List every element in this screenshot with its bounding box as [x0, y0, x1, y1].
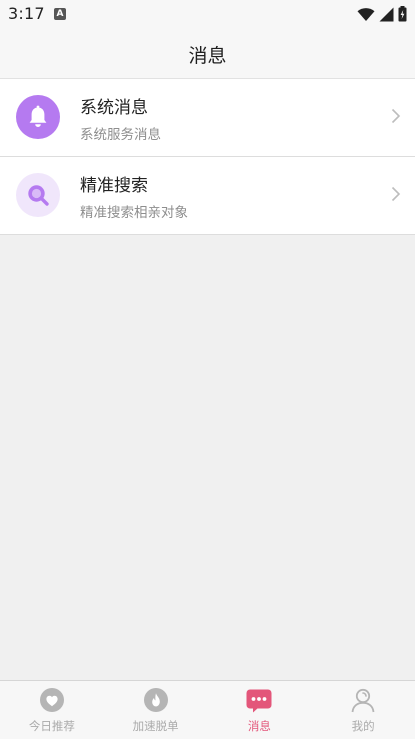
header-bar: 消息 — [0, 30, 415, 79]
status-bar: 3:17 A — [0, 0, 415, 30]
battery-icon — [398, 6, 407, 22]
wifi-icon — [357, 7, 375, 21]
tab-label: 消息 — [247, 719, 271, 733]
list-item-title: 精准搜索 — [80, 176, 148, 196]
tab-messages[interactable]: 消息 — [208, 681, 312, 739]
flame-icon — [143, 688, 168, 712]
tab-profile[interactable]: 我的 — [311, 681, 415, 739]
tab-today-recommend[interactable]: 今日推荐 — [0, 681, 104, 739]
chevron-right-icon — [391, 108, 401, 124]
tab-label: 加速脱单 — [132, 719, 179, 733]
list-item-system-messages[interactable]: 系统消息 系统服务消息 — [0, 79, 415, 157]
status-time: 3:17 — [8, 4, 45, 23]
search-icon — [16, 173, 60, 217]
heart-icon — [39, 688, 64, 712]
notification-app-icon: A — [54, 8, 66, 20]
chevron-right-icon — [391, 186, 401, 202]
list-item-title: 系统消息 — [80, 98, 148, 118]
bell-icon — [16, 95, 60, 139]
cell-signal-icon — [379, 7, 394, 21]
message-icon — [246, 689, 272, 713]
tab-label: 我的 — [351, 719, 375, 733]
page-title: 消息 — [188, 45, 227, 67]
tab-label: 今日推荐 — [28, 719, 75, 733]
list-item-precise-search[interactable]: 精准搜索 精准搜索相亲对象 — [0, 157, 415, 235]
message-list: 系统消息 系统服务消息 精准搜索 精准搜索相亲对象 — [0, 79, 415, 235]
profile-icon — [351, 688, 375, 713]
list-item-subtitle: 系统服务消息 — [80, 127, 161, 143]
list-item-subtitle: 精准搜索相亲对象 — [80, 205, 188, 221]
status-indicators — [357, 5, 407, 23]
tab-speed-up[interactable]: 加速脱单 — [104, 681, 208, 739]
bottom-tab-bar: 今日推荐 加速脱单 消息 我的 — [0, 680, 415, 739]
